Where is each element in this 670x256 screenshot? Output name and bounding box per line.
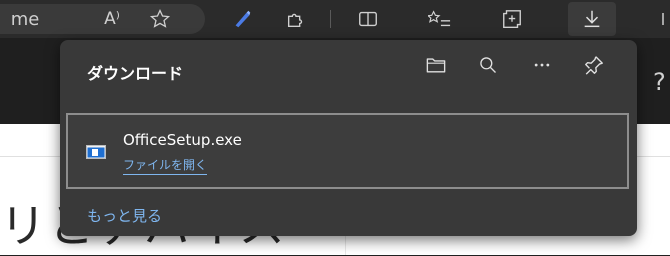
downloads-panel: ダウンロード OfficeSetup.exe ファイルを開く もっと見る <box>60 40 637 236</box>
collections-icon[interactable] <box>492 0 532 38</box>
download-item[interactable]: OfficeSetup.exe ファイルを開く <box>66 113 629 189</box>
pin-icon[interactable] <box>576 48 612 82</box>
extensions-puzzle-icon[interactable] <box>276 0 316 38</box>
download-icon <box>572 0 612 38</box>
tab-title-fragment: me <box>10 8 40 30</box>
download-filename: OfficeSetup.exe <box>123 131 242 149</box>
extension-icon[interactable] <box>222 0 262 38</box>
favorites-list-icon[interactable] <box>420 0 460 38</box>
open-downloads-folder-icon[interactable] <box>418 48 454 82</box>
overflow-menu-icon[interactable] <box>652 0 670 38</box>
see-more-link[interactable]: もっと見る <box>87 205 162 226</box>
help-icon[interactable]: ? <box>653 68 666 96</box>
search-icon[interactable] <box>470 48 506 82</box>
open-file-link[interactable]: ファイルを開く <box>123 156 208 175</box>
more-options-icon[interactable] <box>524 48 560 82</box>
read-aloud-button[interactable]: A⁾ <box>92 0 132 38</box>
favorite-star-icon[interactable] <box>140 0 180 38</box>
exe-file-icon <box>86 144 106 163</box>
split-screen-icon[interactable] <box>348 0 388 38</box>
downloads-title: ダウンロード <box>87 64 184 83</box>
toolbar-separator <box>330 10 331 28</box>
browser-toolbar: me A⁾ <box>0 0 670 39</box>
